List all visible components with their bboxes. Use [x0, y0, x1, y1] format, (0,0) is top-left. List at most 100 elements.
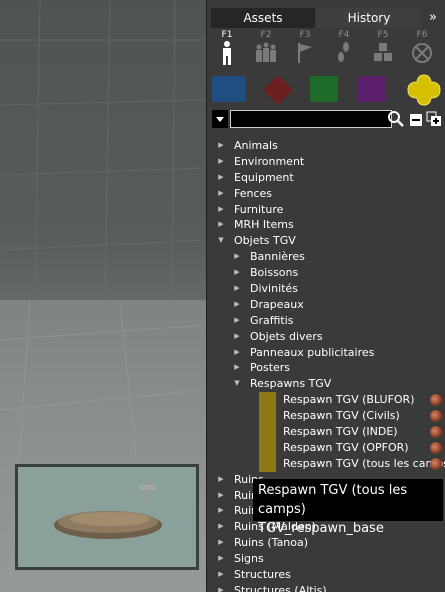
asset-color-marker: [259, 392, 276, 409]
expand-arrow-icon[interactable]: ▶: [233, 281, 241, 297]
expand-arrow-icon[interactable]: ▶: [217, 138, 225, 154]
asset-item-label: Respawn TGV (tous les camps): [283, 456, 445, 470]
category-f2-label: F2: [260, 30, 272, 40]
tree-item-label: Objets divers: [250, 329, 323, 343]
expand-arrow-icon[interactable]: ▶: [217, 519, 225, 535]
tree-item-respawns-tgv[interactable]: ▼ Respawns TGV: [207, 376, 445, 392]
side-selector: [207, 74, 445, 106]
tree-item-label: Panneaux publicitaires: [250, 345, 375, 359]
asset-item[interactable]: Respawn TGV (Civils): [207, 408, 445, 425]
tree-item[interactable]: ▶ Environment: [207, 154, 445, 170]
tab-history[interactable]: History: [317, 8, 421, 28]
grave-model-preview: [54, 479, 162, 539]
expand-arrow-icon[interactable]: ▶: [233, 360, 241, 376]
tree-item[interactable]: ▶ Structures (Altis): [207, 583, 445, 592]
side-opfor-button[interactable]: [262, 74, 294, 106]
category-objects-button[interactable]: F5: [365, 30, 401, 68]
asset-item[interactable]: Respawn TGV (INDE): [207, 424, 445, 441]
tree-item-label: Animals: [234, 139, 278, 152]
tree-item[interactable]: ▶ Drapeaux: [207, 297, 445, 313]
tree-item[interactable]: ▶ Boissons: [207, 265, 445, 281]
tree-item-label: Objets TGV: [234, 234, 296, 248]
tree-item[interactable]: ▶ Objets divers: [207, 329, 445, 345]
expand-all-button[interactable]: [426, 111, 442, 127]
category-f6-label: F6: [416, 30, 428, 40]
tree-item-objets-tgv[interactable]: ▼ Objets TGV: [207, 233, 445, 249]
tree-item[interactable]: ▶ Posters: [207, 360, 445, 376]
tree-item[interactable]: ▶ Panneaux publicitaires: [207, 345, 445, 361]
expand-arrow-icon[interactable]: ▶: [233, 249, 241, 265]
asset-item[interactable]: Respawn TGV (BLUFOR): [207, 392, 445, 409]
side-empty-button[interactable]: [406, 74, 442, 106]
search-input[interactable]: [230, 110, 392, 128]
tree-item[interactable]: ▶ Graffitis: [207, 313, 445, 329]
person-icon: [223, 41, 231, 65]
asset-item[interactable]: Respawn TGV (tous les camps): [207, 455, 445, 472]
asset-item-label: Respawn TGV (Civils): [283, 409, 400, 423]
category-units-button[interactable]: F1: [209, 30, 245, 68]
category-waypoints-button[interactable]: F4: [326, 30, 362, 68]
side-civilian-button[interactable]: [358, 76, 386, 102]
no-entry-icon: [412, 43, 432, 63]
tree-item-label: Bannières: [250, 250, 305, 264]
expand-arrow-icon[interactable]: ▶: [217, 186, 225, 202]
asset-category-bar: F1 F2 F3 F4 F5 F6: [207, 30, 445, 68]
category-f1-label: F1: [221, 30, 233, 40]
expand-arrow-icon[interactable]: ▶: [217, 551, 225, 567]
expand-arrow-icon[interactable]: ▶: [217, 488, 225, 504]
expand-arrow-icon[interactable]: ▶: [217, 170, 225, 186]
expand-arrow-icon[interactable]: ▶: [217, 535, 225, 551]
tree-item[interactable]: ▶ Equipment: [207, 170, 445, 186]
category-f4-label: F4: [338, 30, 350, 40]
tooltip-title: Respawn TGV (tous les camps): [258, 483, 408, 517]
asset-item[interactable]: Respawn TGV (OPFOR): [207, 439, 445, 456]
tree-item[interactable]: ▶ Bannières: [207, 249, 445, 265]
filter-dropdown-button[interactable]: [212, 110, 228, 128]
tab-more-button[interactable]: »: [423, 8, 443, 28]
group-icon: [256, 42, 276, 62]
tree-item[interactable]: ▶ Structures: [207, 567, 445, 583]
category-groups-button[interactable]: F2: [248, 30, 284, 68]
tab-assets[interactable]: Assets: [211, 8, 315, 28]
expand-arrow-icon[interactable]: ▶: [217, 472, 225, 488]
expand-arrow-icon[interactable]: ▶: [217, 503, 225, 519]
tree-item-label: MRH Items: [234, 218, 294, 232]
tree-item-label: Fences: [234, 186, 273, 200]
asset-preview: [15, 464, 199, 570]
tree-item[interactable]: ▶ MRH Items: [207, 217, 445, 233]
expand-arrow-icon[interactable]: ▶: [217, 154, 225, 170]
side-blufor-button[interactable]: [212, 76, 246, 102]
expand-arrow-icon[interactable]: ▶: [217, 583, 225, 592]
tree-item[interactable]: ▶ Animals: [207, 138, 445, 154]
tree-item-label: Graffitis: [250, 313, 294, 327]
expand-arrow-icon[interactable]: ▶: [217, 217, 225, 233]
expand-arrow-icon[interactable]: ▶: [217, 202, 225, 218]
tree-item[interactable]: ▶ Fences: [207, 186, 445, 202]
3d-viewport[interactable]: [0, 0, 206, 592]
search-bar: [207, 110, 445, 130]
expand-arrow-icon[interactable]: ▶: [233, 329, 241, 345]
collapse-arrow-icon[interactable]: ▼: [233, 376, 241, 392]
tree-item-label: Signs: [234, 552, 264, 566]
asset-color-marker: [259, 439, 276, 456]
asset-item-label: Respawn TGV (OPFOR): [283, 440, 409, 454]
category-modules-button[interactable]: F3: [287, 30, 323, 68]
category-markers-button[interactable]: F6: [404, 30, 440, 68]
expand-arrow-icon[interactable]: ▶: [217, 567, 225, 583]
side-independent-button[interactable]: [310, 76, 338, 102]
expand-arrow-icon[interactable]: ▶: [233, 345, 241, 361]
collapse-all-button[interactable]: [410, 114, 422, 126]
search-icon[interactable]: [387, 110, 405, 128]
tree-item[interactable]: ▶ Signs: [207, 551, 445, 567]
mod-badge-icon: [430, 457, 442, 470]
expand-arrow-icon[interactable]: ▶: [233, 297, 241, 313]
tree-item-label: Structures (Altis): [234, 583, 327, 592]
tree-item[interactable]: ▶ Divinités: [207, 281, 445, 297]
collapse-arrow-icon[interactable]: ▼: [217, 233, 225, 249]
tree-item-label: Structures: [234, 568, 291, 582]
expand-arrow-icon[interactable]: ▶: [233, 313, 241, 329]
tree-item-label: Environment: [234, 154, 305, 168]
tree-item-label: Divinités: [250, 282, 298, 296]
expand-arrow-icon[interactable]: ▶: [233, 265, 241, 281]
tree-item[interactable]: ▶ Furniture: [207, 202, 445, 218]
